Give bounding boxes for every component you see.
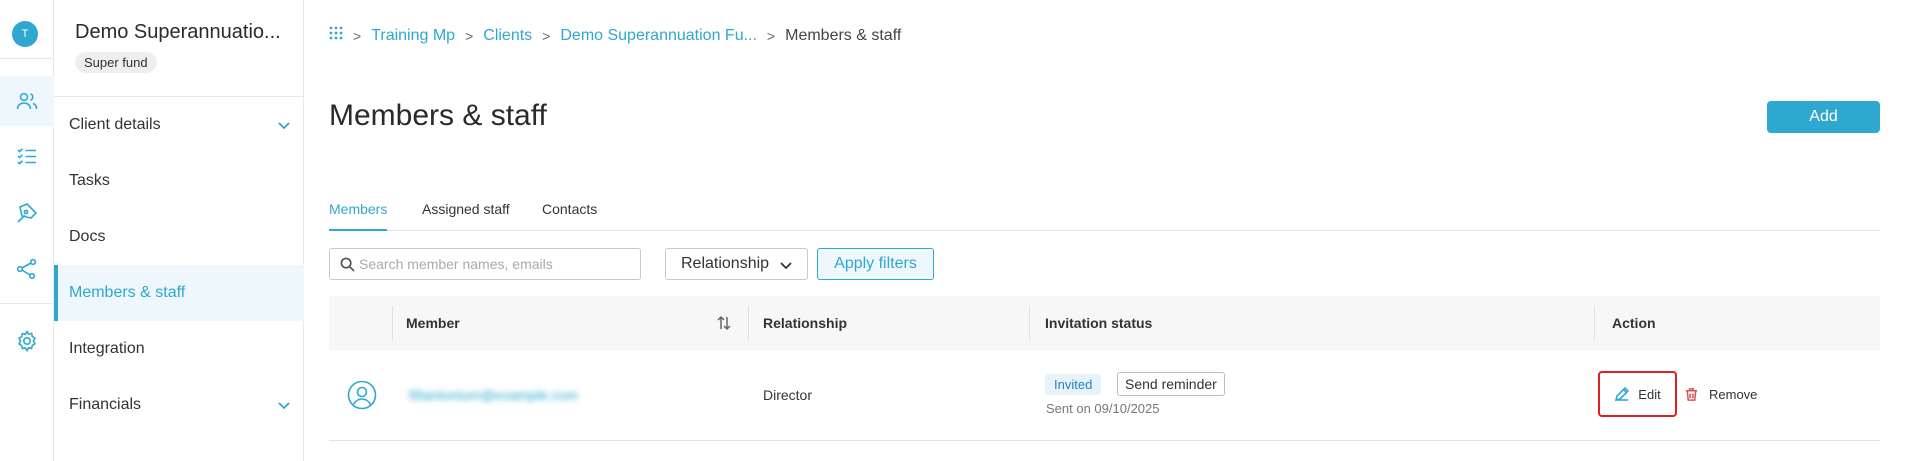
rail-item-settings[interactable] <box>0 316 54 366</box>
table-row: fifiantonium@example.com Director Invite… <box>329 350 1880 441</box>
column-header-invitation-status: Invitation status <box>1045 315 1153 331</box>
relationship-select-label: Relationship <box>681 255 770 272</box>
pencil-icon <box>1615 386 1630 402</box>
send-reminder-button[interactable]: Send reminder <box>1117 372 1225 396</box>
search-icon <box>340 257 355 272</box>
trash-icon <box>1685 387 1698 401</box>
members-table: Member Relationship Invitation status Ac… <box>329 296 1880 441</box>
column-divider <box>1594 306 1595 340</box>
relationship-select[interactable]: Relationship <box>665 248 808 280</box>
column-divider <box>392 306 393 340</box>
rail-item-tasks[interactable] <box>0 131 54 181</box>
member-email[interactable]: fifiantonium@example.com <box>409 387 578 403</box>
column-header-action: Action <box>1612 315 1656 331</box>
column-header-relationship: Relationship <box>763 315 848 331</box>
client-subnav: Demo Superannuatio... Super fund Client … <box>54 0 304 461</box>
sort-icon[interactable] <box>716 315 732 336</box>
chevron-down-icon <box>780 262 792 270</box>
remove-button-label: Remove <box>1709 386 1758 402</box>
chevron-right-icon: > <box>542 27 551 44</box>
tab-assigned-staff[interactable]: Assigned staff <box>422 195 510 231</box>
subnav-item-label: Client details <box>69 116 161 133</box>
breadcrumb-current: Members & staff <box>785 26 902 44</box>
subnav-item-label: Docs <box>69 228 106 245</box>
tasks-icon <box>17 148 36 165</box>
table-header: Member Relationship Invitation status Ac… <box>329 296 1880 350</box>
chevron-down-icon <box>276 117 292 133</box>
tab-bar: Members Assigned staff Contacts <box>329 195 1880 231</box>
tab-contacts[interactable]: Contacts <box>542 195 597 231</box>
column-divider <box>1029 306 1030 340</box>
breadcrumb-link-client[interactable]: Demo Superannuation Fu... <box>560 27 757 45</box>
rail-divider <box>0 303 54 304</box>
apps-grid-icon[interactable] <box>329 26 343 45</box>
share-icon <box>16 258 37 280</box>
breadcrumb-link-clients[interactable]: Clients <box>483 27 532 45</box>
subnav-item-label: Financials <box>69 396 142 413</box>
edit-button[interactable]: Edit <box>1598 371 1677 417</box>
chevron-down-icon <box>276 397 292 413</box>
sent-on-date: Sent on 09/10/2025 <box>1046 401 1160 416</box>
column-divider <box>748 306 749 340</box>
status-badge: Invited <box>1045 374 1102 395</box>
subnav-item-client-details[interactable]: Client details <box>54 97 304 153</box>
subnav-item-label: Tasks <box>69 172 110 189</box>
rail-divider <box>0 58 54 59</box>
tab-members[interactable]: Members <box>329 195 388 231</box>
subnav-item-label: Members & staff <box>69 284 186 301</box>
icon-rail: T <box>0 0 54 461</box>
client-type-badge: Super fund <box>75 52 157 73</box>
chevron-right-icon: > <box>353 27 362 44</box>
edit-button-label: Edit <box>1638 386 1661 402</box>
user-avatar[interactable]: T <box>12 21 38 47</box>
rail-item-sign[interactable] <box>0 188 54 238</box>
breadcrumb-link-training-mp[interactable]: Training Mp <box>371 27 455 45</box>
subnav-item-docs[interactable]: Docs <box>54 209 304 265</box>
pen-icon <box>17 203 38 223</box>
subnav-item-tasks[interactable]: Tasks <box>54 153 304 209</box>
gear-icon <box>18 329 36 353</box>
apply-filters-button[interactable]: Apply filters <box>817 248 934 280</box>
subnav-item-members-staff[interactable]: Members & staff <box>54 265 304 321</box>
rail-item-connections[interactable] <box>0 244 54 294</box>
user-circle-icon <box>347 380 377 415</box>
subnav-item-integration[interactable]: Integration <box>54 321 304 377</box>
rail-item-clients[interactable] <box>0 76 54 126</box>
column-header-member[interactable]: Member <box>406 296 460 350</box>
page-title: Members & staff <box>329 99 547 132</box>
add-button[interactable]: Add <box>1767 101 1880 133</box>
subnav-item-label: Integration <box>69 340 145 357</box>
users-icon <box>16 92 38 110</box>
breadcrumb: > Training Mp > Clients > Demo Superannu… <box>329 26 901 45</box>
search-input[interactable] <box>359 256 629 272</box>
remove-button[interactable]: Remove <box>1684 371 1757 417</box>
chevron-right-icon: > <box>766 27 776 44</box>
member-relationship: Director <box>763 387 813 403</box>
subnav-item-financials[interactable]: Financials <box>54 377 304 433</box>
client-name: Demo Superannuatio... <box>75 21 281 43</box>
chevron-right-icon: > <box>465 27 474 44</box>
search-box[interactable] <box>329 248 641 280</box>
